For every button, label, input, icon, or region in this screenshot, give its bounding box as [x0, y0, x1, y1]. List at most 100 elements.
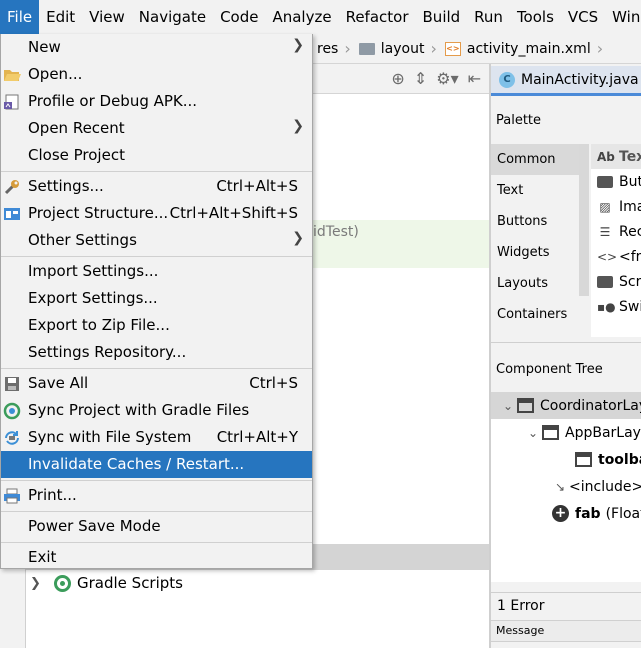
palette-item-scrollview[interactable]: ScrollView [591, 269, 641, 294]
button-icon [597, 175, 613, 188]
menu-item-invalidate-caches[interactable]: Invalidate Caches / Restart... [1, 451, 312, 478]
menu-separator [1, 171, 312, 172]
palette-category-buttons[interactable]: Buttons [491, 206, 579, 237]
gradle-scripts-node[interactable]: ❯ Gradle Scripts [30, 572, 183, 594]
breadcrumb-layout[interactable]: layout › [355, 39, 441, 58]
menu-item-profile-debug-apk[interactable]: Profile or Debug APK... [1, 88, 312, 115]
palette-items: Ab TextView Button ▨ ImageView ☰ Recycle… [591, 144, 641, 337]
tab-mainactivity[interactable]: C MainActivity.java [491, 66, 641, 96]
tree-row-fab[interactable]: + fab (FloatingActionButton) [491, 500, 641, 527]
menu-run[interactable]: Run [467, 0, 510, 34]
menu-separator [1, 511, 312, 512]
menu-item-import-settings[interactable]: Import Settings... [1, 258, 312, 285]
tree-row-label: toolbar [598, 451, 641, 468]
breadcrumb: res › layout › <> activity_main.xml › [313, 34, 641, 64]
tree-row-coordinatorlayout[interactable]: ⌄ CoordinatorLayout [491, 392, 641, 419]
menu-item-print[interactable]: Print... [1, 482, 312, 509]
palette-item-label: RecyclerView [619, 223, 641, 240]
menu-code[interactable]: Code [213, 0, 265, 34]
layout-icon [542, 425, 559, 440]
target-icon[interactable]: ⊕ [391, 69, 404, 88]
error-summary[interactable]: 1 Error [491, 592, 641, 620]
palette-item-switch[interactable]: ▪● Switch [591, 294, 641, 319]
open-folder-icon [4, 70, 21, 81]
menu-separator [1, 368, 312, 369]
breadcrumb-res[interactable]: res › [313, 39, 355, 58]
palette-item-label: Switch [619, 298, 641, 315]
menu-item-label: Export to Zip File... [28, 316, 170, 334]
menu-item-power-save-mode[interactable]: Power Save Mode [1, 513, 312, 540]
menu-item-label: Invalidate Caches / Restart... [28, 455, 245, 473]
breadcrumb-file[interactable]: <> activity_main.xml › [441, 39, 607, 58]
palette-item-textview[interactable]: Ab TextView [591, 144, 641, 169]
chevron-down-icon[interactable]: ⌄ [499, 399, 517, 413]
palette-categories: Common Text Buttons Widgets Layouts Cont… [491, 144, 579, 330]
menu-item-label: Settings Repository... [28, 343, 187, 361]
palette-item-fragment[interactable]: <> <fragment> [591, 244, 641, 269]
hide-panel-icon[interactable]: ⇤ [468, 69, 481, 88]
folder-icon [358, 42, 375, 55]
menu-edit[interactable]: Edit [39, 0, 82, 34]
menu-item-settings[interactable]: Settings... Ctrl+Alt+S [1, 173, 312, 200]
tree-row-label-bold: fab [575, 505, 601, 522]
palette-category-text[interactable]: Text [491, 175, 579, 206]
menu-build[interactable]: Build [416, 0, 468, 34]
menu-item-new[interactable]: New ❯ [1, 34, 312, 61]
menu-item-save-all[interactable]: Save All Ctrl+S [1, 370, 312, 397]
menu-window[interactable]: Window [605, 0, 641, 34]
menu-view[interactable]: View [82, 0, 132, 34]
menu-item-label: Power Save Mode [28, 517, 161, 535]
menu-refactor[interactable]: Refactor [339, 0, 416, 34]
breadcrumb-layout-label: layout [380, 40, 425, 57]
image-icon: ▨ [599, 199, 611, 214]
menu-item-close-project[interactable]: Close Project [1, 142, 312, 169]
message-column-header[interactable]: Message [491, 620, 641, 642]
tree-row-appbarlayout[interactable]: ⌄ AppBarLayout [491, 419, 641, 446]
menu-item-label: Save All [28, 374, 89, 392]
menu-item-sync-file-system[interactable]: Sync with File System Ctrl+Alt+Y [1, 424, 312, 451]
tree-row-include[interactable]: ↘ <include> [491, 473, 641, 500]
project-toolbar: ⊕ ⇕ ⚙▾ ⇤ [313, 64, 489, 94]
menu-item-label: Settings... [28, 177, 104, 195]
chevron-down-icon[interactable]: ⌄ [524, 426, 542, 440]
toolbar-icon [575, 452, 592, 467]
menu-item-export-settings[interactable]: Export Settings... [1, 285, 312, 312]
menu-item-exit[interactable]: Exit [1, 544, 312, 571]
collapse-icon[interactable]: ⇕ [414, 69, 427, 88]
chevron-right-icon[interactable]: ❯ [30, 576, 50, 591]
menu-vcs[interactable]: VCS [561, 0, 605, 34]
text-ab-icon: Ab [597, 149, 615, 164]
menu-item-open-recent[interactable]: Open Recent ❯ [1, 115, 312, 142]
palette-item-imageview[interactable]: ▨ ImageView [591, 194, 641, 219]
menu-item-project-structure[interactable]: Project Structure... Ctrl+Alt+Shift+S [1, 200, 312, 227]
wrench-icon [4, 180, 19, 195]
palette-item-recyclerview[interactable]: ☰ RecyclerView [591, 219, 641, 244]
menu-item-settings-repository[interactable]: Settings Repository... [1, 339, 312, 366]
breadcrumb-res-label: res [317, 40, 339, 57]
menu-item-sync-gradle[interactable]: Sync Project with Gradle Files [1, 397, 312, 424]
error-count: 1 Error [497, 598, 545, 614]
menu-item-export-zip[interactable]: Export to Zip File... [1, 312, 312, 339]
tree-row-toolbar[interactable]: toolbar [491, 446, 641, 473]
gear-icon[interactable]: ⚙▾ [436, 69, 458, 88]
palette-item-label: ImageView [619, 198, 641, 215]
palette-scrollbar[interactable] [579, 144, 589, 296]
palette-category-widgets[interactable]: Widgets [491, 237, 579, 268]
menu-item-shortcut: Ctrl+Alt+Shift+S [169, 204, 298, 222]
menu-bar: File Edit View Navigate Code Analyze Ref… [0, 0, 641, 34]
menu-item-shortcut: Ctrl+S [249, 374, 298, 392]
palette-category-containers[interactable]: Containers [491, 299, 579, 330]
palette-category-common[interactable]: Common [491, 144, 579, 175]
palette-title: Palette [496, 113, 542, 128]
menu-item-label: Export Settings... [28, 289, 158, 307]
menu-file[interactable]: File [0, 0, 40, 34]
palette-item-button[interactable]: Button [591, 169, 641, 194]
menu-item-open[interactable]: Open... [1, 61, 312, 88]
palette-category-layouts[interactable]: Layouts [491, 268, 579, 299]
scroll-icon [597, 275, 613, 288]
menu-tools[interactable]: Tools [510, 0, 561, 34]
menu-analyze[interactable]: Analyze [265, 0, 338, 34]
menu-navigate[interactable]: Navigate [132, 0, 213, 34]
component-tree: ⌄ CoordinatorLayout ⌄ AppBarLayout toolb… [491, 392, 641, 582]
menu-item-other-settings[interactable]: Other Settings ❯ [1, 227, 312, 254]
